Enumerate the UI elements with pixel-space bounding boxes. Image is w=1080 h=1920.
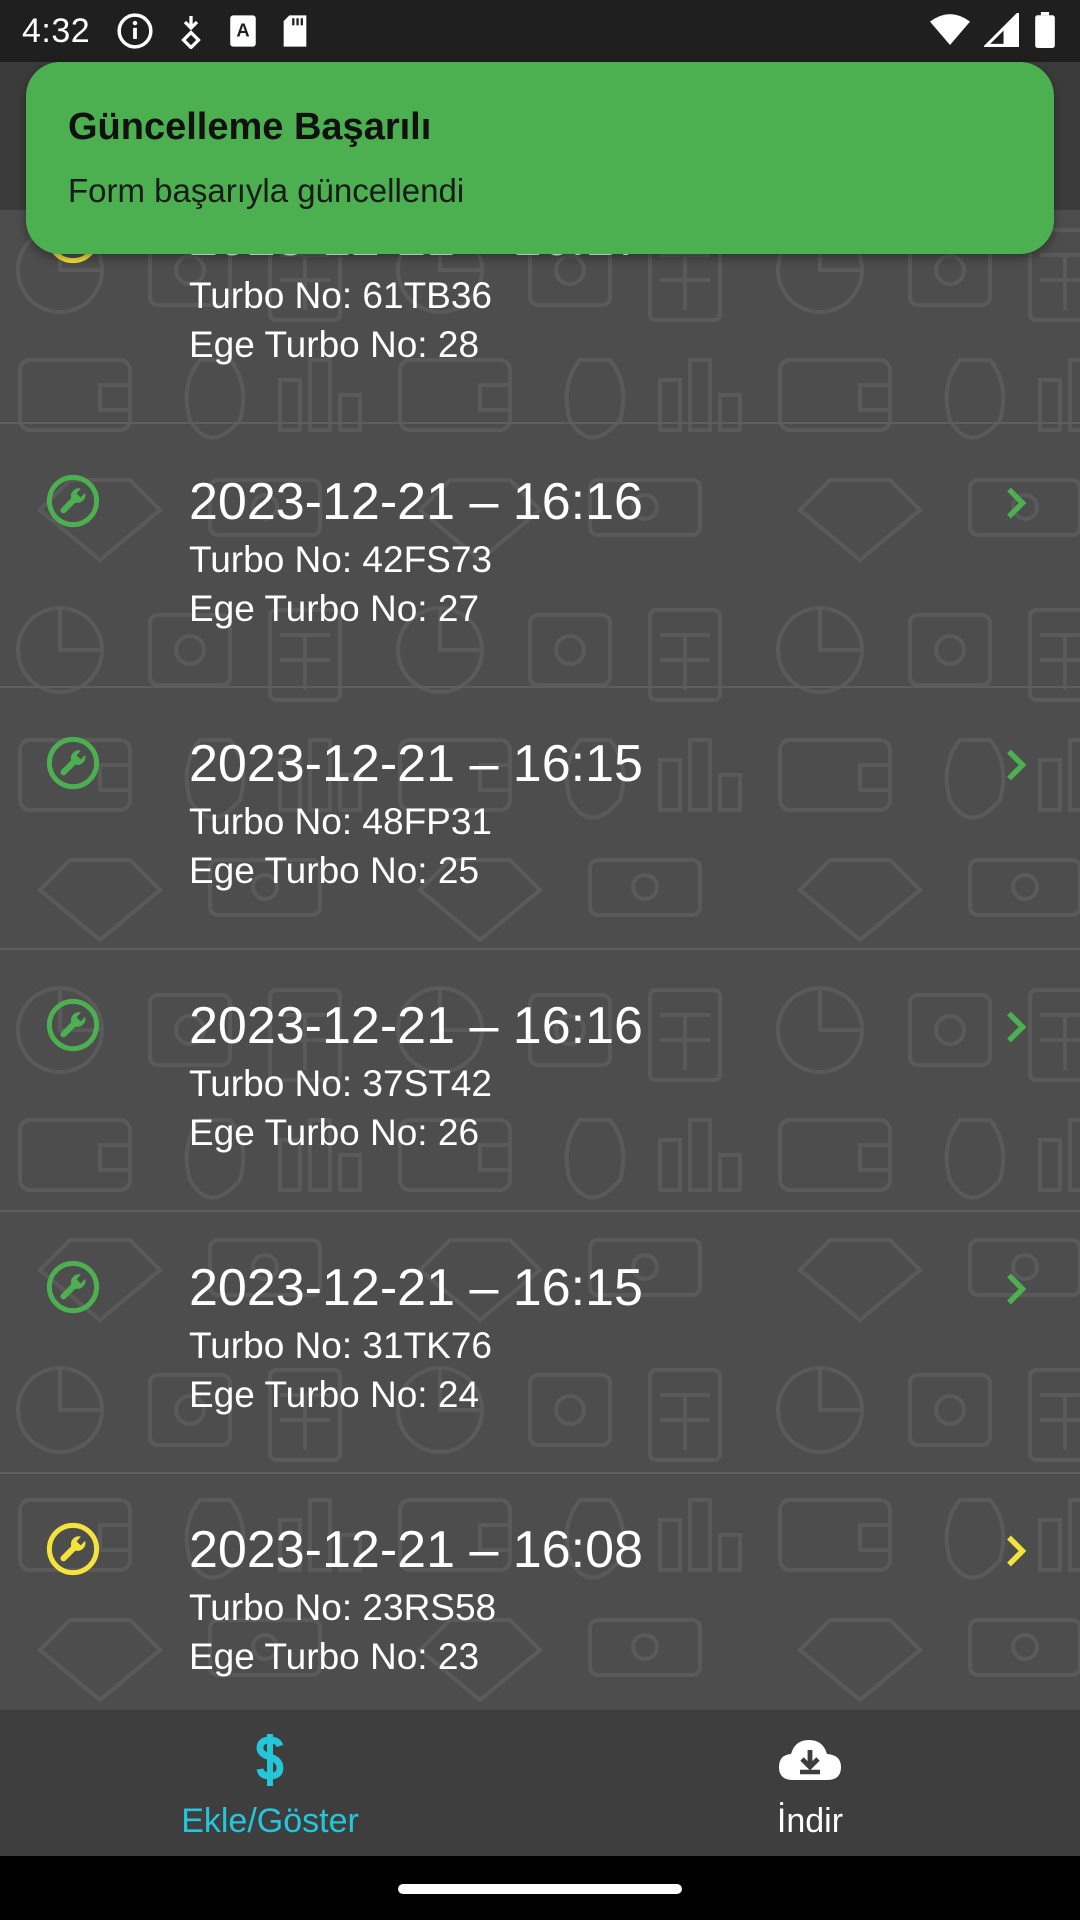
- data-saver-icon: [181, 16, 202, 49]
- item-ege-turbo-no: Ege Turbo No: 27: [189, 588, 480, 629]
- item-turbo-no: Turbo No: 31TK76: [189, 1325, 493, 1366]
- nav-item-ekle-goster[interactable]: Ekle/Göster: [0, 1710, 540, 1856]
- item-ege-turbo-no: Ege Turbo No: 28: [189, 324, 480, 365]
- chevron-right-icon[interactable]: [1000, 746, 1030, 784]
- item-ege-turbo-no: Ege Turbo No: 23: [189, 1636, 480, 1677]
- item-ege-turbo-no: Ege Turbo No: 26: [189, 1112, 480, 1153]
- svg-text:A: A: [237, 20, 250, 41]
- info-icon: [117, 13, 153, 49]
- status-time: 4:32: [22, 11, 91, 50]
- bottom-nav: Ekle/Göster İndir: [0, 1710, 1080, 1856]
- cloud-download-icon: [779, 1740, 841, 1780]
- gesture-nav-area: [0, 1856, 1080, 1920]
- success-toast[interactable]: Güncelleme Başarılı Form başarıyla günce…: [26, 62, 1054, 254]
- wrench-icon: [46, 998, 100, 1052]
- item-date: 2023-12-21 – 16:08: [189, 1521, 643, 1579]
- chevron-right-icon[interactable]: [1000, 1008, 1030, 1046]
- wrench-icon: [46, 1522, 100, 1576]
- list-item[interactable]: 2023-12-21 – 16:15 Turbo No: 31TK76 Ege …: [0, 1210, 1080, 1474]
- chevron-right-icon[interactable]: [1000, 1532, 1030, 1570]
- item-date: 2023-12-21 – 16:16: [189, 997, 643, 1055]
- item-date: 2023-12-21 – 16:16: [189, 473, 643, 531]
- battery-icon: [1035, 12, 1055, 48]
- item-date: 2023-12-21 – 16:15: [189, 1259, 643, 1317]
- item-turbo-no: Turbo No: 42FS73: [189, 539, 493, 580]
- nav-item-indir[interactable]: İndir: [540, 1710, 1080, 1856]
- list-item[interactable]: 2023-12-21 – 16:16 Turbo No: 42FS73 Ege …: [0, 424, 1080, 688]
- toast-message: Form başarıyla güncellendi: [68, 172, 465, 209]
- item-turbo-no: Turbo No: 37ST42: [189, 1063, 493, 1104]
- item-ege-turbo-no: Ege Turbo No: 25: [189, 850, 480, 891]
- item-turbo-no: Turbo No: 61TB36: [189, 275, 493, 316]
- chevron-right-icon[interactable]: [1000, 484, 1030, 522]
- list-item[interactable]: 2023-12-21 – 16:16 Turbo No: 37ST42 Ege …: [0, 948, 1080, 1212]
- forms-list[interactable]: 2023-12-21 – 16:17 Turbo No: 61TB36 Ege …: [0, 210, 1080, 1710]
- cell-signal-icon: [984, 13, 1019, 47]
- wrench-icon: [46, 474, 100, 528]
- list-item[interactable]: 2023-12-21 – 16:08 Turbo No: 23RS58 Ege …: [0, 1472, 1080, 1710]
- item-turbo-no: Turbo No: 48FP31: [189, 801, 493, 842]
- item-turbo-no: Turbo No: 23RS58: [189, 1587, 497, 1628]
- dollar-icon: [256, 1734, 284, 1786]
- item-date: 2023-12-21 – 16:15: [189, 735, 643, 793]
- nav-label: Ekle/Göster: [181, 1802, 359, 1840]
- chevron-right-icon[interactable]: [1000, 1270, 1030, 1308]
- wrench-icon: [46, 1260, 100, 1314]
- status-bar: 4:32 A: [0, 0, 1080, 62]
- wrench-icon: [46, 736, 100, 790]
- nav-label: İndir: [776, 1802, 844, 1840]
- wifi-icon: [930, 14, 970, 45]
- item-ege-turbo-no: Ege Turbo No: 24: [189, 1374, 480, 1415]
- keyboard-a-icon: A: [230, 15, 256, 47]
- home-gesture-handle[interactable]: [398, 1884, 682, 1894]
- list-item[interactable]: 2023-12-21 – 16:15 Turbo No: 48FP31 Ege …: [0, 686, 1080, 950]
- sd-card-icon: [283, 15, 307, 47]
- toast-title: Güncelleme Başarılı: [68, 106, 432, 148]
